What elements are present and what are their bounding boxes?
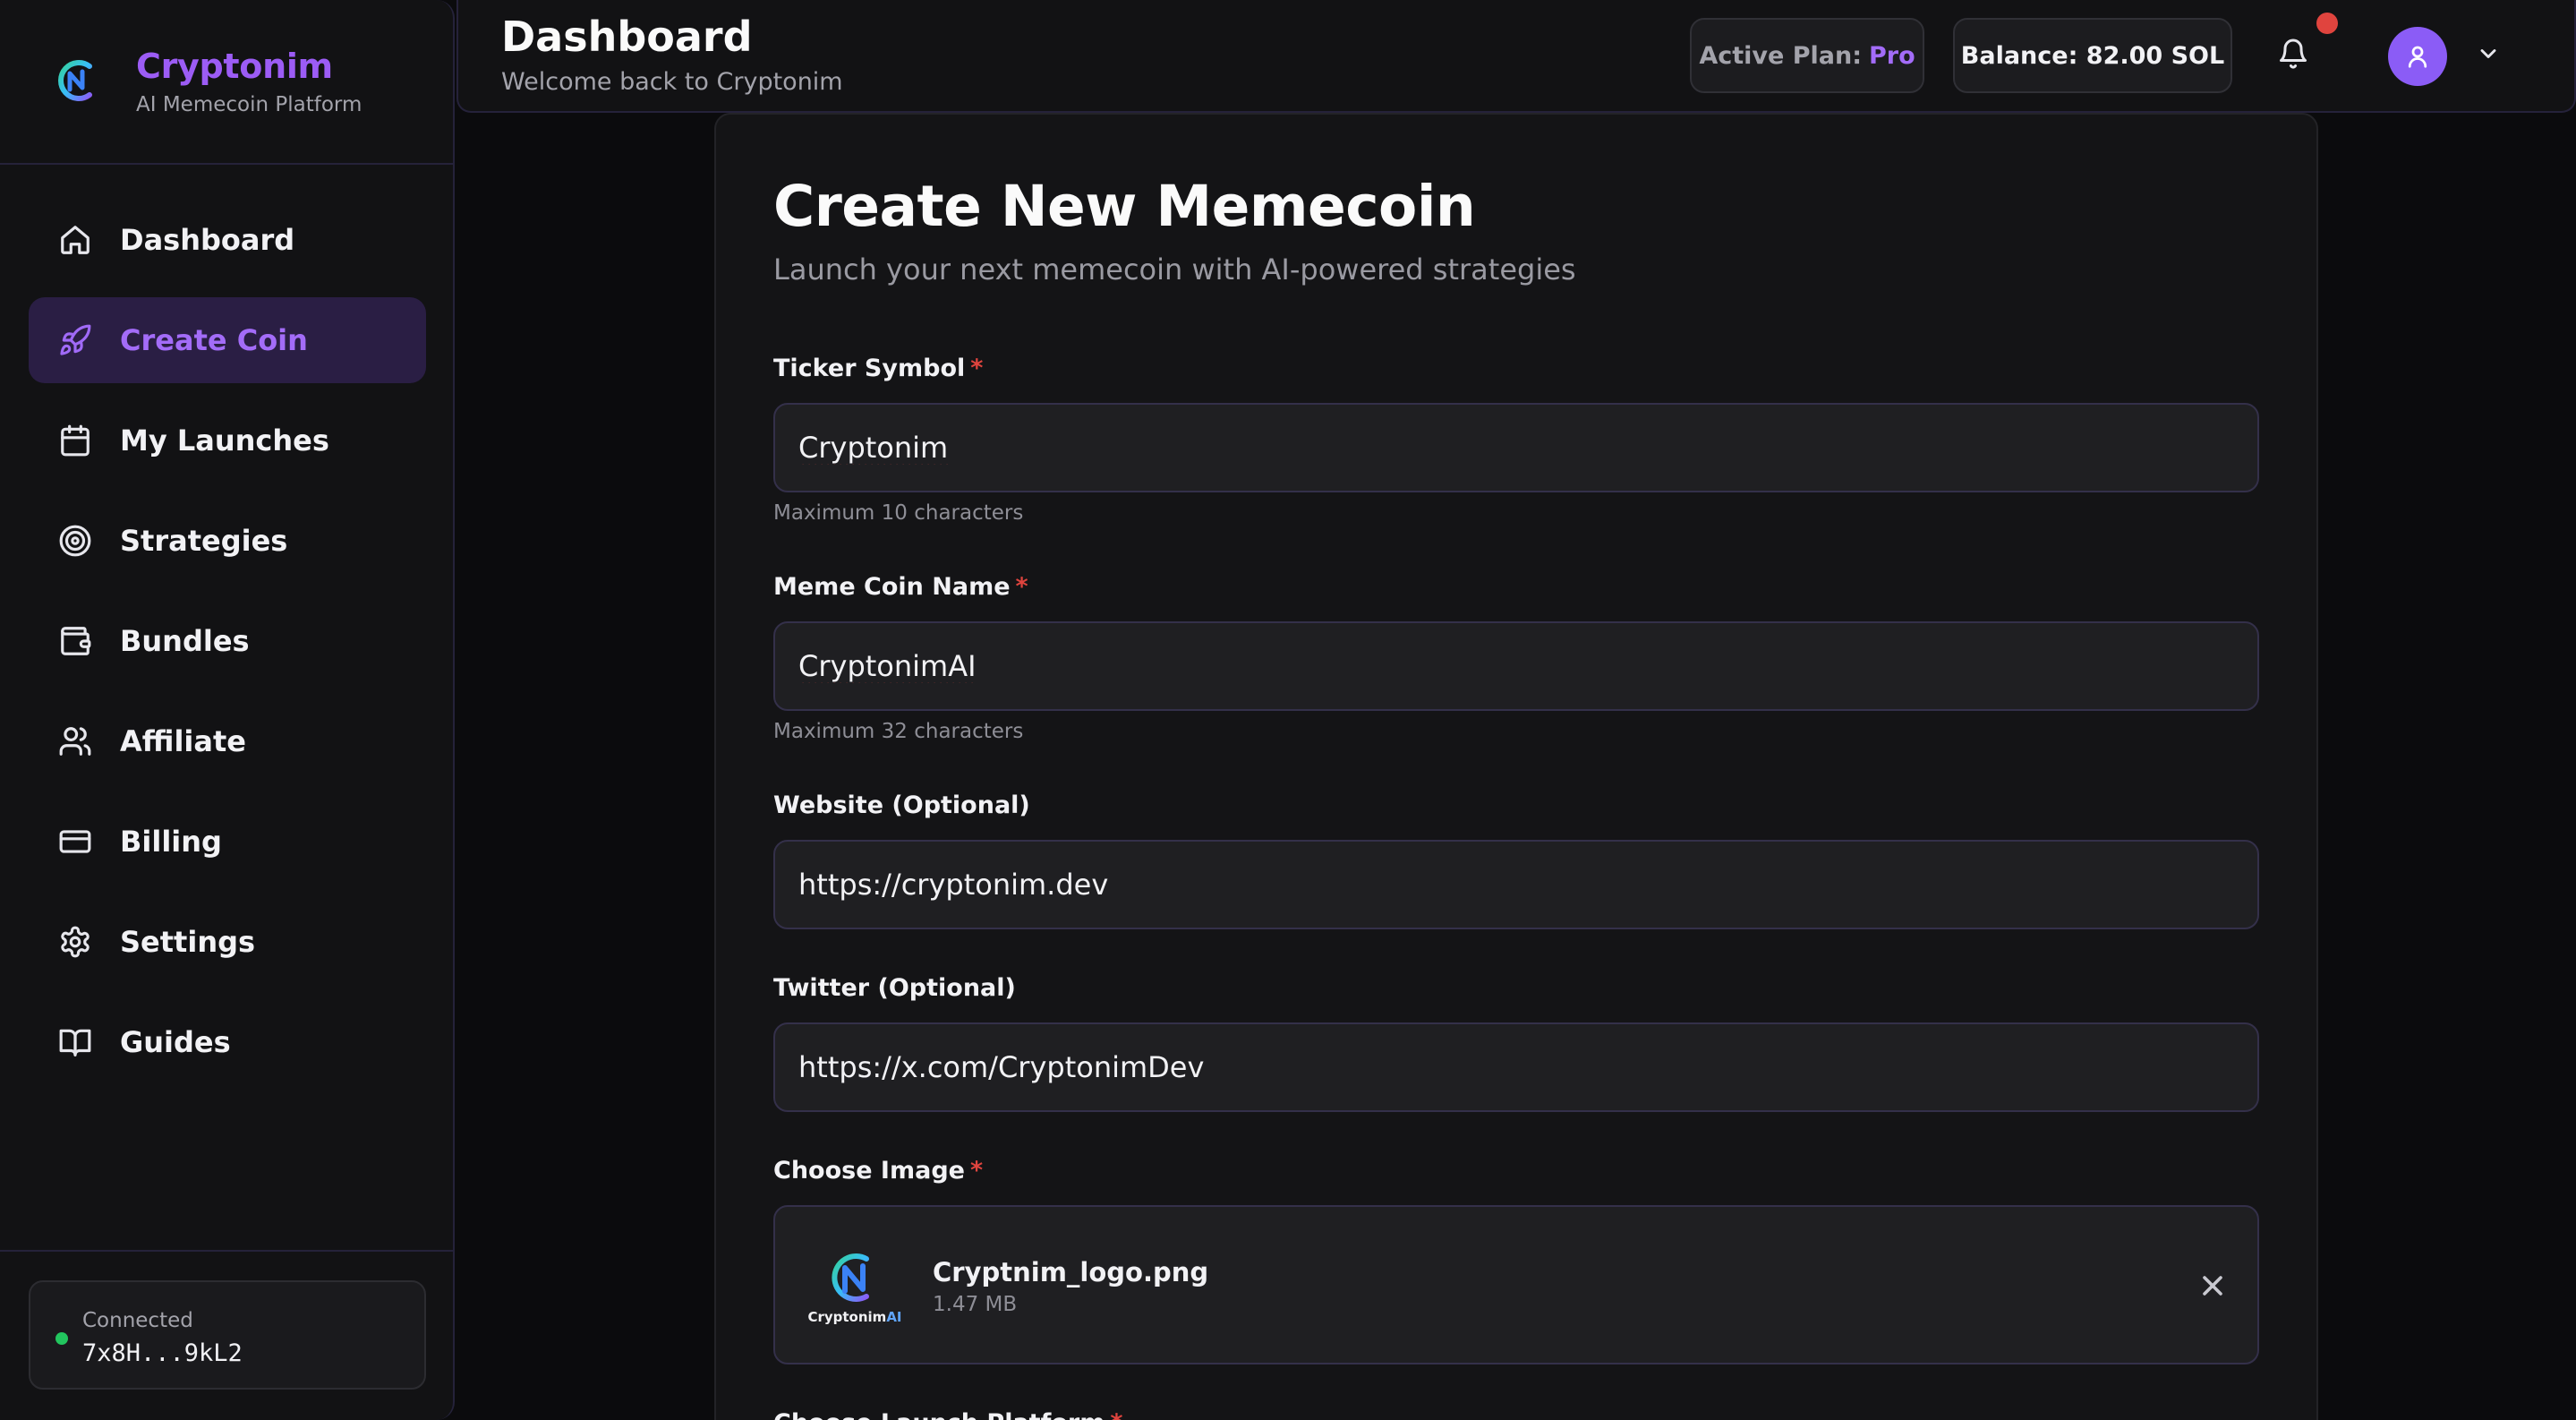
ticker-symbol-label-text: Ticker Symbol [773,355,966,382]
sidebar-item-label: Affiliate [120,724,246,758]
cryptonim-logo-icon [58,60,92,101]
book-open-icon [57,1024,93,1060]
sidebar-item-dashboard[interactable]: Dashboard [29,197,426,283]
coin-name-hint: Maximum 32 characters [773,720,1024,743]
sidebar-item-affiliate[interactable]: Affiliate [29,698,426,784]
connected-status-dot-icon [55,1332,68,1345]
coin-name-input[interactable] [773,621,2259,711]
launch-platform-label: Choose Launch Platform * [773,1409,1122,1420]
account-menu-toggle[interactable] [2476,41,2504,70]
launch-platform-label-text: Choose Launch Platform [773,1409,1105,1420]
image-thumbnail: CryptonimAI [807,1246,902,1332]
sidebar-item-billing[interactable]: Billing [29,799,426,885]
wallet-divider [0,1250,453,1252]
choose-image-label: Choose Image * [773,1157,983,1185]
brand-name: Cryptonim [136,47,333,86]
ticker-symbol-input[interactable] [773,403,2259,492]
page-title: Dashboard [501,13,753,61]
credit-card-icon [57,824,93,860]
sidebar-item-label: Create Coin [120,323,308,357]
sidebar-item-label: Dashboard [120,223,295,257]
home-icon [57,222,93,258]
sidebar-item-settings[interactable]: Settings [29,899,426,985]
sidebar-item-my-launches[interactable]: My Launches [29,398,426,483]
thumbnail-caption-ai: AI [886,1309,902,1325]
ticker-symbol-label: Ticker Symbol * [773,355,983,382]
sidebar-item-create-coin[interactable]: Create Coin [29,297,426,383]
twitter-label: Twitter (Optional) [773,974,1016,1002]
page-subtitle: Welcome back to Cryptonim [501,68,843,96]
create-memecoin-card: Create New Memecoin Launch your next mem… [714,113,2318,1420]
twitter-input[interactable] [773,1022,2259,1112]
required-marker: * [970,355,984,382]
app-root: Cryptonim AI Memecoin Platform Dashboard… [0,0,2576,1420]
bell-icon [2280,38,2307,69]
wallet-status-card[interactable]: Connected 7x8H...9kL2 [29,1280,426,1390]
sidebar-item-guides[interactable]: Guides [29,999,426,1085]
active-plan-badge[interactable]: Active Plan: Pro [1690,18,1924,93]
users-icon [57,723,93,759]
required-marker: * [969,1157,984,1185]
sidebar-item-label: My Launches [120,423,329,458]
target-icon [57,523,93,559]
plan-value: Pro [1869,41,1915,70]
brand-block: Cryptonim AI Memecoin Platform [0,0,453,165]
sidebar-item-label: Settings [120,925,256,959]
plan-label: Active Plan: [1699,41,1862,70]
website-label: Website (Optional) [773,791,1030,819]
gear-icon [57,924,93,960]
brand-tagline: AI Memecoin Platform [136,93,363,116]
file-name: Cryptnim_logo.png [933,1257,1209,1287]
notifications-button[interactable] [2277,38,2313,73]
wallet-icon [57,623,93,659]
sidebar-item-label: Billing [120,825,222,859]
close-icon [2203,1276,2222,1296]
remove-image-button[interactable] [2196,1270,2232,1305]
sidebar-nav: Dashboard Create Coin My Launches Strate… [29,197,426,1099]
sidebar-item-bundles[interactable]: Bundles [29,598,426,684]
avatar[interactable] [2388,27,2447,86]
cryptonim-logo-icon [832,1253,869,1302]
thumbnail-caption: CryptonimAI [807,1309,902,1325]
user-icon [2408,46,2427,68]
sidebar-item-strategies[interactable]: Strategies [29,498,426,584]
coin-name-label: Meme Coin Name * [773,573,1028,601]
calendar-icon [57,423,93,458]
thumbnail-caption-text: Cryptonim [807,1309,887,1325]
rocket-icon [57,322,93,358]
sidebar-item-label: Strategies [120,524,288,558]
ticker-symbol-hint: Maximum 10 characters [773,501,1024,525]
sidebar: Cryptonim AI Memecoin Platform Dashboard… [0,0,455,1420]
required-marker: * [1110,1409,1122,1420]
chevron-down-icon [2480,49,2496,58]
wallet-status-text: Connected [82,1309,193,1332]
balance-badge[interactable]: Balance: 82.00 SOL [1953,18,2232,93]
coin-name-label-text: Meme Coin Name [773,573,1011,601]
sidebar-item-label: Bundles [120,624,250,658]
image-upload-box[interactable]: CryptonimAI Cryptnim_logo.png 1.47 MB [773,1205,2259,1364]
sidebar-item-label: Guides [120,1025,231,1059]
wallet-address: 7x8H...9kL2 [82,1339,243,1367]
file-size: 1.47 MB [933,1293,1018,1316]
website-input[interactable] [773,840,2259,929]
balance-text: Balance: 82.00 SOL [1960,41,2225,70]
required-marker: * [1015,573,1028,601]
form-subtitle: Launch your next memecoin with AI-powere… [773,252,1576,287]
form-title: Create New Memecoin [773,174,1476,239]
notification-dot-icon [2316,13,2338,34]
choose-image-label-text: Choose Image [773,1157,965,1185]
top-header: Dashboard Welcome back to Cryptonim Acti… [456,0,2576,113]
